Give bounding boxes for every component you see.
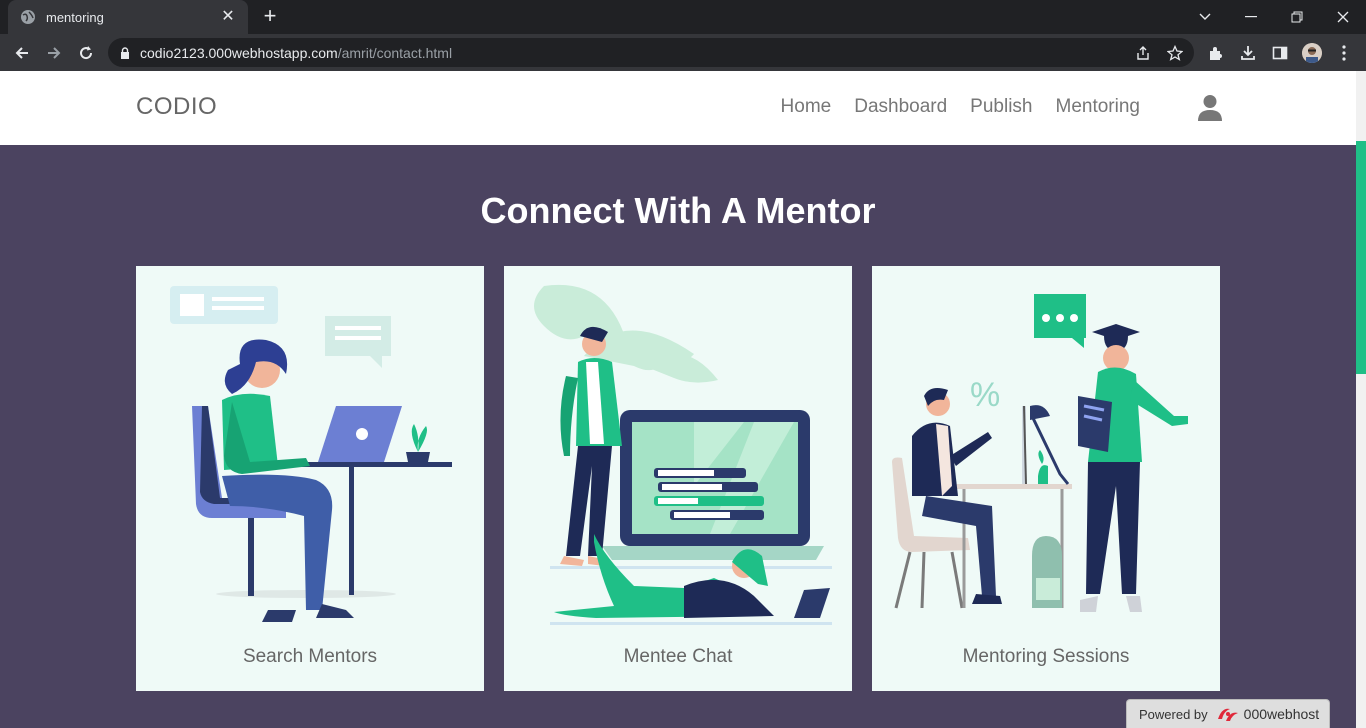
globe-icon xyxy=(20,9,36,25)
browser-tab[interactable]: mentoring ✕ xyxy=(8,0,248,34)
url-path: /amrit/contact.html xyxy=(337,44,453,61)
mentoring-sessions-card[interactable]: % Mentoring Sessions xyxy=(872,266,1220,691)
tab-title: mentoring xyxy=(46,9,104,25)
close-window-button[interactable] xyxy=(1320,0,1366,34)
forward-icon[interactable] xyxy=(40,39,68,67)
bookmark-star-icon[interactable] xyxy=(1166,44,1184,62)
profile-avatar[interactable] xyxy=(1302,43,1322,63)
extensions-icon[interactable] xyxy=(1206,43,1226,63)
back-icon[interactable] xyxy=(8,39,36,67)
search-mentors-card[interactable]: Search Mentors xyxy=(136,266,484,691)
minimize-button[interactable] xyxy=(1228,0,1274,34)
address-bar[interactable]: codio2123.000webhostapp.com/amrit/contac… xyxy=(108,38,1194,67)
powered-by-brand: 000webhost xyxy=(1243,706,1320,722)
woman-laptop-illustration xyxy=(170,286,452,622)
scrollbar-thumb[interactable] xyxy=(1356,141,1366,374)
powered-by-text: Powered by xyxy=(1139,706,1208,722)
user-icon[interactable] xyxy=(1197,94,1223,122)
mentee-chat-label: Mentee Chat xyxy=(623,646,733,667)
main-nav: Home Dashboard Publish Mentoring xyxy=(781,96,1163,118)
url-host: codio2123.000webhostapp.com xyxy=(140,44,338,61)
lock-icon xyxy=(120,46,130,59)
search-mentors-label: Search Mentors xyxy=(242,646,378,667)
close-tab-icon[interactable]: ✕ xyxy=(220,9,236,25)
nav-publish[interactable]: Publish xyxy=(970,96,1032,118)
mentoring-sessions-label: Mentoring Sessions xyxy=(962,646,1130,667)
site-header: CODIO Home Dashboard Publish Mentoring xyxy=(0,71,1356,145)
tab-search-icon[interactable] xyxy=(1182,0,1228,34)
svg-text:%: % xyxy=(970,376,1000,414)
page-title: Connect With A Mentor xyxy=(480,190,876,231)
mentee-chat-illustration xyxy=(534,284,832,625)
restore-button[interactable] xyxy=(1274,0,1320,34)
side-panel-icon[interactable] xyxy=(1270,43,1290,63)
new-tab-button[interactable]: + xyxy=(258,5,282,29)
webhost-logo-icon xyxy=(1216,705,1240,723)
site-logo[interactable]: CODIO xyxy=(136,93,217,121)
reload-icon[interactable] xyxy=(72,39,100,67)
share-icon[interactable] xyxy=(1134,44,1152,62)
powered-by-badge[interactable]: Powered by 000webhost xyxy=(1126,699,1330,728)
nav-home[interactable]: Home xyxy=(781,96,832,118)
browser-tab-bar: mentoring ✕ + xyxy=(0,0,1366,34)
mentee-chat-card[interactable]: Mentee Chat xyxy=(504,266,852,691)
mentoring-session-illustration: % xyxy=(892,294,1188,612)
download-icon[interactable] xyxy=(1238,43,1258,63)
browser-toolbar: codio2123.000webhostapp.com/amrit/contac… xyxy=(0,34,1366,71)
menu-icon[interactable] xyxy=(1334,43,1354,63)
nav-mentoring[interactable]: Mentoring xyxy=(1056,96,1141,118)
nav-dashboard[interactable]: Dashboard xyxy=(854,96,947,118)
